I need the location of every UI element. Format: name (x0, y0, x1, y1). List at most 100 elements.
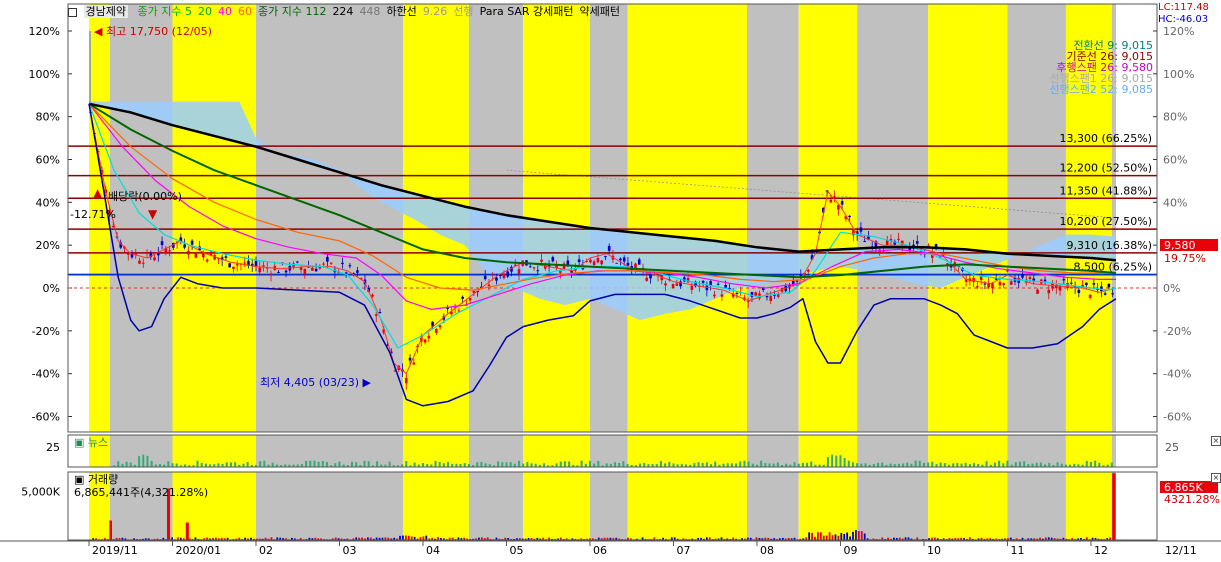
band-yellow-8-0 (627, 4, 747, 432)
band-yellow-8-2 (627, 472, 747, 540)
news-bar (801, 462, 804, 467)
candle-body (1043, 279, 1047, 282)
news-bar (998, 460, 1001, 467)
candle-body (1092, 283, 1096, 285)
candle-body (551, 257, 555, 262)
legend-item-0[interactable]: 종가 지수 5 (137, 5, 191, 18)
news-bar (309, 460, 312, 467)
ytick-label-left-3: 60% (36, 154, 60, 167)
legend-item-5[interactable]: 224 (332, 5, 353, 18)
dividend-label: 배당락(0.00%) (108, 190, 182, 203)
volume-close-icon[interactable]: × (1211, 473, 1221, 483)
volume-bar (840, 532, 843, 540)
legend-item-1[interactable]: 20 (198, 5, 212, 18)
candle-body (754, 292, 758, 296)
band-yellow-10-2 (798, 472, 858, 540)
news-bar (129, 462, 132, 467)
news-bar (605, 463, 608, 467)
legend-item-6[interactable]: 448 (359, 5, 380, 18)
news-bar (588, 460, 591, 467)
xtick-label-8: 08 (760, 544, 774, 557)
volume-spike-0 (109, 520, 113, 540)
band-gray-11-0 (857, 4, 929, 432)
ytick-label-left-2: 80% (36, 111, 60, 124)
level-label-2: 11,350 (41.88%) (1059, 184, 1152, 197)
candle-body (664, 283, 667, 286)
news-bar (964, 462, 967, 467)
ytick-label-left-7: -20% (32, 325, 60, 338)
legend-item-4[interactable]: 종가 지수 112 (258, 5, 326, 18)
news-bar (826, 456, 829, 467)
candle-body (277, 272, 280, 274)
news-bar (338, 461, 341, 467)
legend-item-2[interactable]: 40 (218, 5, 232, 18)
candle-body (1085, 282, 1088, 286)
ytick-label-left-8: -40% (32, 368, 60, 381)
volume-bar (863, 533, 866, 540)
volume-bar (837, 535, 840, 540)
news-bar (714, 461, 717, 467)
volume-bar (849, 536, 851, 540)
news-bar (960, 463, 963, 467)
candle-body (637, 259, 641, 265)
candle-body (262, 265, 265, 267)
news-bar (313, 460, 316, 467)
news-bar (263, 460, 266, 467)
legend-item-8[interactable]: 9.26 (423, 5, 448, 18)
news-bar (751, 463, 754, 467)
xtick-label-3: 03 (342, 544, 356, 557)
candle-body (1036, 289, 1039, 294)
legend-item-9[interactable]: 선행 (453, 5, 473, 18)
candle-body (979, 276, 983, 281)
legend-item-11[interactable]: 약세패턴 (580, 5, 620, 18)
stock-name[interactable]: 경남제약 (83, 5, 128, 18)
news-close-icon[interactable]: × (1211, 436, 1221, 446)
news-bar (463, 463, 466, 467)
news-bar (497, 461, 500, 467)
news-bar (668, 461, 671, 467)
candle-body (205, 259, 209, 262)
candle-body (258, 267, 262, 273)
news-bar (664, 463, 667, 467)
legend-item-3[interactable]: 60 (238, 5, 252, 18)
candle-body (863, 241, 866, 243)
legend-item-10[interactable]: Para SAR 강세패턴 (480, 5, 574, 18)
legend-box[interactable] (68, 7, 77, 17)
hc-label: HC:-46.03 (1158, 14, 1209, 25)
news-bar (484, 463, 487, 467)
news-bar (906, 462, 909, 467)
legend-item-7[interactable]: 하한선 (386, 5, 416, 18)
news-bar (881, 462, 884, 467)
news-bar (167, 461, 170, 467)
news-bar (659, 461, 662, 467)
candle-body (153, 257, 156, 261)
news-bar (768, 463, 771, 467)
news-bar (760, 460, 763, 467)
news-bar (847, 460, 850, 467)
candle-body (468, 297, 472, 301)
news-bar (956, 462, 959, 467)
news-bar (125, 461, 128, 467)
candle-body (848, 215, 851, 218)
band-yellow-8-1 (627, 435, 747, 467)
band-yellow-4-2 (402, 472, 469, 540)
news-bar (505, 462, 508, 467)
news-bar (985, 461, 988, 467)
candle-body (404, 377, 408, 384)
band-gray-1-2 (109, 472, 173, 540)
news-bar (530, 463, 533, 467)
candle-body (1103, 293, 1107, 295)
candle-body (1088, 294, 1092, 298)
xtick-label-5: 05 (509, 544, 523, 557)
news-bar (376, 461, 379, 467)
candle-body (596, 258, 600, 263)
news-bar (225, 462, 228, 467)
volume-bar (831, 535, 834, 540)
news-bar (1098, 462, 1101, 467)
current-pct-label: 19.75% (1164, 252, 1206, 265)
news-bar (973, 463, 976, 467)
candle-body (622, 257, 626, 262)
xtick-label-10: 10 (927, 544, 941, 557)
volume-bar (422, 536, 425, 540)
news-bar (1089, 461, 1092, 467)
